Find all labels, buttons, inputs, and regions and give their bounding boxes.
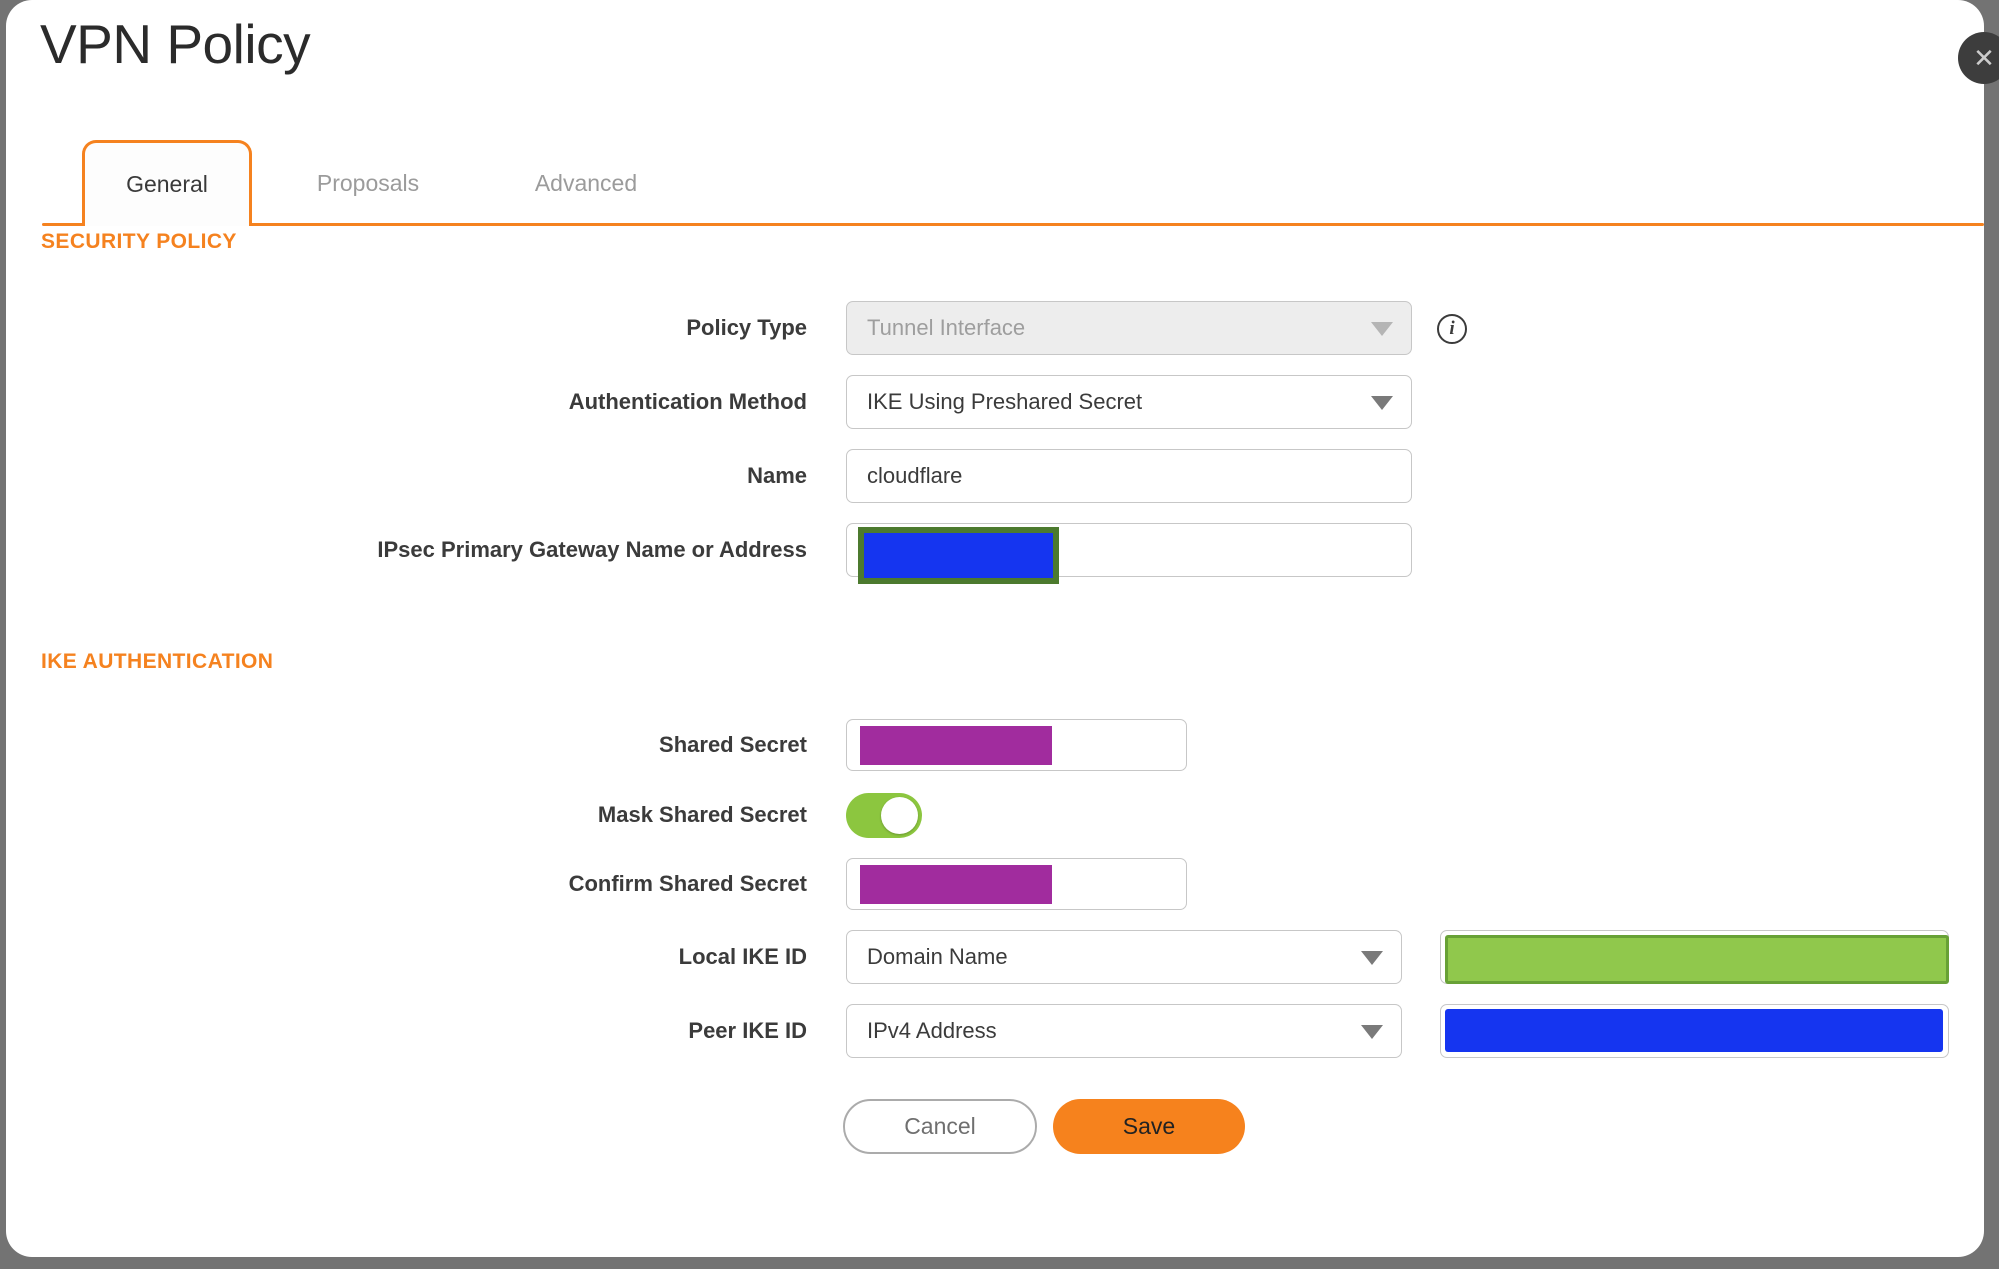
mask-shared-secret-label: Mask Shared Secret [597, 802, 807, 827]
tab-proposals[interactable]: Proposals [288, 140, 448, 226]
local-ike-id-type: Domain Name [867, 944, 1008, 969]
name-label: Name [747, 463, 807, 488]
redaction-box [858, 527, 1059, 584]
policy-type-select: Tunnel Interface [846, 301, 1412, 355]
local-ike-id-value-input[interactable] [1440, 930, 1949, 984]
section-ike-authentication: IKE AUTHENTICATION [41, 650, 274, 673]
name-input[interactable]: cloudflare [846, 449, 1412, 503]
confirm-shared-secret-label: Confirm Shared Secret [568, 871, 807, 896]
local-ike-id-label: Local IKE ID [678, 944, 807, 969]
tab-advanced-label: Advanced [534, 169, 638, 196]
redaction-box [860, 726, 1052, 765]
peer-ike-id-type: IPv4 Address [867, 1018, 997, 1043]
policy-type-value: Tunnel Interface [867, 315, 1026, 340]
close-icon: ✕ [1973, 42, 1995, 73]
save-button[interactable]: Save [1053, 1099, 1245, 1154]
name-value: cloudflare [867, 463, 963, 488]
chevron-down-icon [1371, 322, 1393, 336]
chevron-down-icon [1361, 1025, 1383, 1039]
cancel-button-label: Cancel [904, 1113, 976, 1139]
tab-proposals-label: Proposals [316, 169, 420, 196]
save-button-label: Save [1122, 1113, 1176, 1139]
tab-general-label: General [126, 171, 208, 197]
peer-ike-id-value-input[interactable] [1440, 1004, 1949, 1058]
local-ike-id-select[interactable]: Domain Name [846, 930, 1402, 984]
chevron-down-icon [1371, 396, 1393, 410]
section-security-policy: SECURITY POLICY [41, 230, 237, 253]
ipsec-gateway-input[interactable] [846, 523, 1412, 584]
peer-ike-id-label: Peer IKE ID [688, 1018, 807, 1043]
cancel-button[interactable]: Cancel [843, 1099, 1037, 1154]
mask-shared-secret-toggle[interactable] [846, 793, 922, 838]
authentication-method-label: Authentication Method [568, 389, 807, 414]
page-title: VPN Policy [40, 13, 311, 75]
tab-general[interactable]: General [82, 140, 252, 226]
redaction-box [1445, 1009, 1943, 1052]
confirm-shared-secret-input[interactable] [846, 858, 1187, 910]
ipsec-gateway-label: IPsec Primary Gateway Name or Address [377, 537, 807, 562]
shared-secret-input[interactable] [846, 719, 1187, 771]
info-icon[interactable]: i [1437, 314, 1467, 344]
tab-advanced[interactable]: Advanced [506, 140, 666, 226]
info-icon-glyph: i [1449, 318, 1455, 339]
authentication-method-value: IKE Using Preshared Secret [867, 389, 1143, 414]
peer-ike-id-select[interactable]: IPv4 Address [846, 1004, 1402, 1058]
authentication-method-select[interactable]: IKE Using Preshared Secret [846, 375, 1412, 429]
redaction-box [1445, 935, 1949, 984]
shared-secret-label: Shared Secret [659, 732, 807, 757]
redaction-box [860, 865, 1052, 904]
chevron-down-icon [1361, 951, 1383, 965]
toggle-knob [881, 797, 918, 834]
policy-type-label: Policy Type [686, 315, 807, 340]
